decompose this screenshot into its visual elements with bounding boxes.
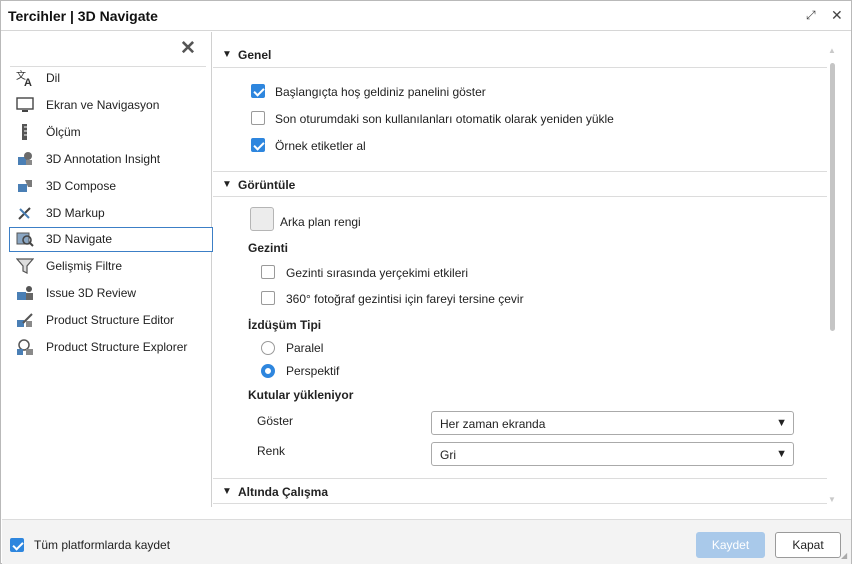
sidebar-item-structure-explorer[interactable]: Product Structure Explorer	[9, 335, 213, 360]
parallel-radio[interactable]	[261, 341, 275, 355]
scroll-up-icon[interactable]: ▲	[828, 46, 836, 55]
welcome-panel-checkbox[interactable]	[251, 84, 265, 98]
sidebar-item-ekran[interactable]: Ekran ve Navigasyon	[9, 93, 213, 118]
sidebar-item-markup[interactable]: 3D Markup	[9, 201, 213, 226]
sidebar-item-label: 3D Annotation Insight	[46, 152, 161, 166]
ruler-icon	[22, 124, 27, 140]
section-title: Altında Çalışma	[238, 485, 329, 499]
settings-panel: ▼ Genel Başlangıçta hoş geldiniz panelin…	[213, 32, 839, 507]
save-all-platforms-checkbox[interactable]	[10, 538, 24, 552]
sidebar-item-label: Issue 3D Review	[46, 286, 137, 300]
sidebar-item-label: Ölçüm	[46, 125, 81, 139]
section-title: Genel	[238, 48, 272, 62]
sidebar-item-label: Dil	[46, 71, 60, 85]
dropdown-arrow-icon: ▼	[776, 417, 787, 429]
dropdown-arrow-icon: ▼	[776, 448, 787, 460]
section-header-goruntule[interactable]: ▼ Görüntüle	[213, 171, 827, 197]
sidebar-item-label: 3D Navigate	[46, 232, 113, 246]
loading-boxes-heading: Kutular yükleniyor	[248, 388, 354, 402]
collapse-triangle-icon[interactable]: ▼	[222, 486, 232, 497]
show-label: Göster	[257, 414, 294, 428]
section-header-altinda[interactable]: ▼ Altında Çalışma	[213, 478, 827, 504]
sample-labels-label: Örnek etiketler al	[275, 139, 366, 153]
color-select[interactable]: Gri ▼	[431, 442, 794, 466]
navigate-icon	[16, 232, 34, 247]
structure-editor-icon	[17, 313, 33, 327]
sidebar-item-label: 3D Compose	[46, 179, 117, 193]
background-color-label: Arka plan rengi	[280, 215, 361, 229]
resize-grip-icon[interactable]: ◢	[841, 551, 847, 560]
review-icon	[17, 286, 33, 300]
scrollbar-thumb[interactable]	[830, 63, 835, 331]
background-color-swatch[interactable]	[250, 207, 274, 231]
sample-labels-checkbox[interactable]	[251, 138, 265, 152]
invert-mouse-label: 360° fotoğraf gezintisi için fareyi ters…	[286, 292, 524, 306]
show-select-value: Her zaman ekranda	[440, 417, 546, 431]
close-icon[interactable]: ✕	[831, 7, 843, 24]
perspective-radio[interactable]	[261, 364, 275, 378]
projection-heading: İzdüşüm Tipi	[248, 318, 322, 332]
monitor-icon	[16, 97, 34, 112]
preferences-dialog: Tercihler | 3D Navigate ⤢ ✕ ✕ 文 A Dil Ek…	[0, 0, 852, 564]
section-title: Görüntüle	[238, 178, 296, 192]
dialog-title: Tercihler | 3D Navigate	[8, 8, 158, 24]
sidebar-item-issue-review[interactable]: Issue 3D Review	[9, 281, 213, 306]
reload-recent-checkbox[interactable]	[251, 111, 265, 125]
sidebar-item-label: Product Structure Editor	[46, 313, 175, 327]
filter-icon	[16, 258, 34, 274]
collapse-triangle-icon[interactable]: ▼	[222, 179, 232, 190]
expand-icon[interactable]: ⤢	[806, 8, 816, 23]
sidebar-close-icon[interactable]: ✕	[180, 39, 196, 58]
annotation-icon	[18, 152, 32, 165]
sidebar-item-label: 3D Markup	[46, 206, 105, 220]
gezinti-heading: Gezinti	[248, 241, 289, 255]
sidebar-item-compose[interactable]: 3D Compose	[9, 174, 213, 199]
sidebar-item-olcum[interactable]: Ölçüm	[9, 120, 213, 145]
color-label: Renk	[257, 444, 286, 458]
parallel-label: Paralel	[286, 341, 324, 355]
sidebar-item-structure-editor[interactable]: Product Structure Editor	[9, 308, 213, 333]
show-select[interactable]: Her zaman ekranda ▼	[431, 411, 794, 435]
save-all-platforms-label: Tüm platformlarda kaydet	[34, 538, 171, 552]
welcome-panel-label: Başlangıçta hoş geldiniz panelini göster	[275, 85, 486, 99]
invert-mouse-checkbox[interactable]	[261, 291, 275, 305]
save-button[interactable]: Kaydet	[696, 532, 765, 558]
title-bar: Tercihler | 3D Navigate ⤢ ✕	[1, 1, 851, 31]
section-header-genel[interactable]: ▼ Genel	[213, 42, 827, 68]
settings-scrollbar[interactable]: ▲ ▼	[825, 43, 839, 505]
perspective-label: Perspektif	[286, 364, 340, 378]
reload-recent-label: Son oturumdaki son kullanılanları otomat…	[275, 112, 614, 126]
sidebar-item-label: Gelişmiş Filtre	[46, 259, 123, 273]
category-sidebar: ✕ 文 A Dil Ekran ve Navigasyon Ölçüm 3D A…	[2, 32, 213, 507]
sidebar-item-label: Product Structure Explorer	[46, 340, 188, 354]
gravity-checkbox[interactable]	[261, 265, 275, 279]
structure-explorer-icon	[17, 339, 33, 355]
collapse-triangle-icon[interactable]: ▼	[222, 49, 232, 60]
color-select-value: Gri	[440, 448, 456, 462]
sidebar-item-annotation-insight[interactable]: 3D Annotation Insight	[9, 147, 213, 172]
sidebar-item-label: Ekran ve Navigasyon	[46, 98, 160, 112]
sidebar-item-dil[interactable]: 文 A Dil	[9, 66, 213, 91]
gravity-label: Gezinti sırasında yerçekimi etkileri	[286, 266, 469, 280]
sidebar-item-filter[interactable]: Gelişmiş Filtre	[9, 254, 213, 279]
compose-icon	[18, 180, 32, 192]
sidebar-item-navigate[interactable]: 3D Navigate	[9, 227, 213, 252]
scroll-down-icon[interactable]: ▼	[828, 495, 836, 504]
svg-text:A: A	[24, 77, 32, 86]
translate-icon: 文 A	[16, 70, 32, 86]
markup-icon	[18, 207, 31, 220]
dialog-footer: Tüm platformlarda kaydet Kaydet Kapat	[2, 519, 851, 564]
close-button[interactable]: Kapat	[775, 532, 841, 558]
